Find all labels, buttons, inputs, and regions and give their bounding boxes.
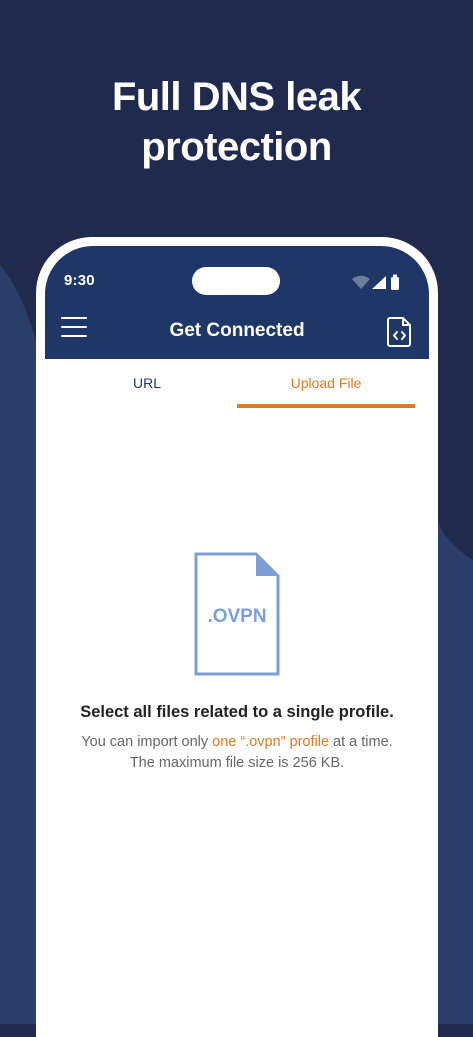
app-header: 9:30 Get Connected bbox=[45, 246, 429, 359]
tab-url[interactable]: URL bbox=[58, 359, 236, 409]
sub-message-text-before: You can import only bbox=[81, 734, 213, 750]
phone-frame: 9:30 Get Connected URL Upload File .OVPN… bbox=[36, 237, 438, 1037]
status-icons bbox=[352, 274, 399, 290]
file-type-label: .OVPN bbox=[207, 606, 266, 627]
sub-message-text-after: at a time. bbox=[329, 734, 393, 750]
upload-main-message: Select all files related to a single pro… bbox=[80, 703, 394, 721]
cellular-signal-icon bbox=[372, 276, 386, 289]
headline: Full DNS leak protection bbox=[0, 72, 473, 172]
headline-line-2: protection bbox=[141, 125, 332, 169]
dynamic-island bbox=[192, 267, 280, 295]
sub-message-highlight: one “.ovpn” profile bbox=[212, 734, 330, 750]
upload-sub-message: You can import only one “.ovpn” profile … bbox=[45, 732, 429, 774]
status-time: 9:30 bbox=[64, 272, 95, 289]
active-tab-indicator bbox=[237, 404, 415, 408]
battery-icon bbox=[391, 274, 399, 290]
tab-bar: URL Upload File bbox=[45, 359, 429, 409]
sub-message-line-1: You can import only one “.ovpn” profile … bbox=[45, 732, 429, 753]
phone-screen: 9:30 Get Connected URL Upload File .OVPN… bbox=[45, 246, 429, 1037]
ovpn-file-icon: .OVPN bbox=[194, 552, 280, 676]
sub-message-line-2: The maximum file size is 256 KB. bbox=[129, 755, 345, 771]
file-code-icon[interactable] bbox=[387, 316, 413, 348]
wifi-icon bbox=[352, 275, 370, 289]
tab-upload-file[interactable]: Upload File bbox=[237, 359, 415, 409]
page-title: Get Connected bbox=[169, 320, 305, 341]
headline-line-1: Full DNS leak bbox=[111, 75, 362, 119]
